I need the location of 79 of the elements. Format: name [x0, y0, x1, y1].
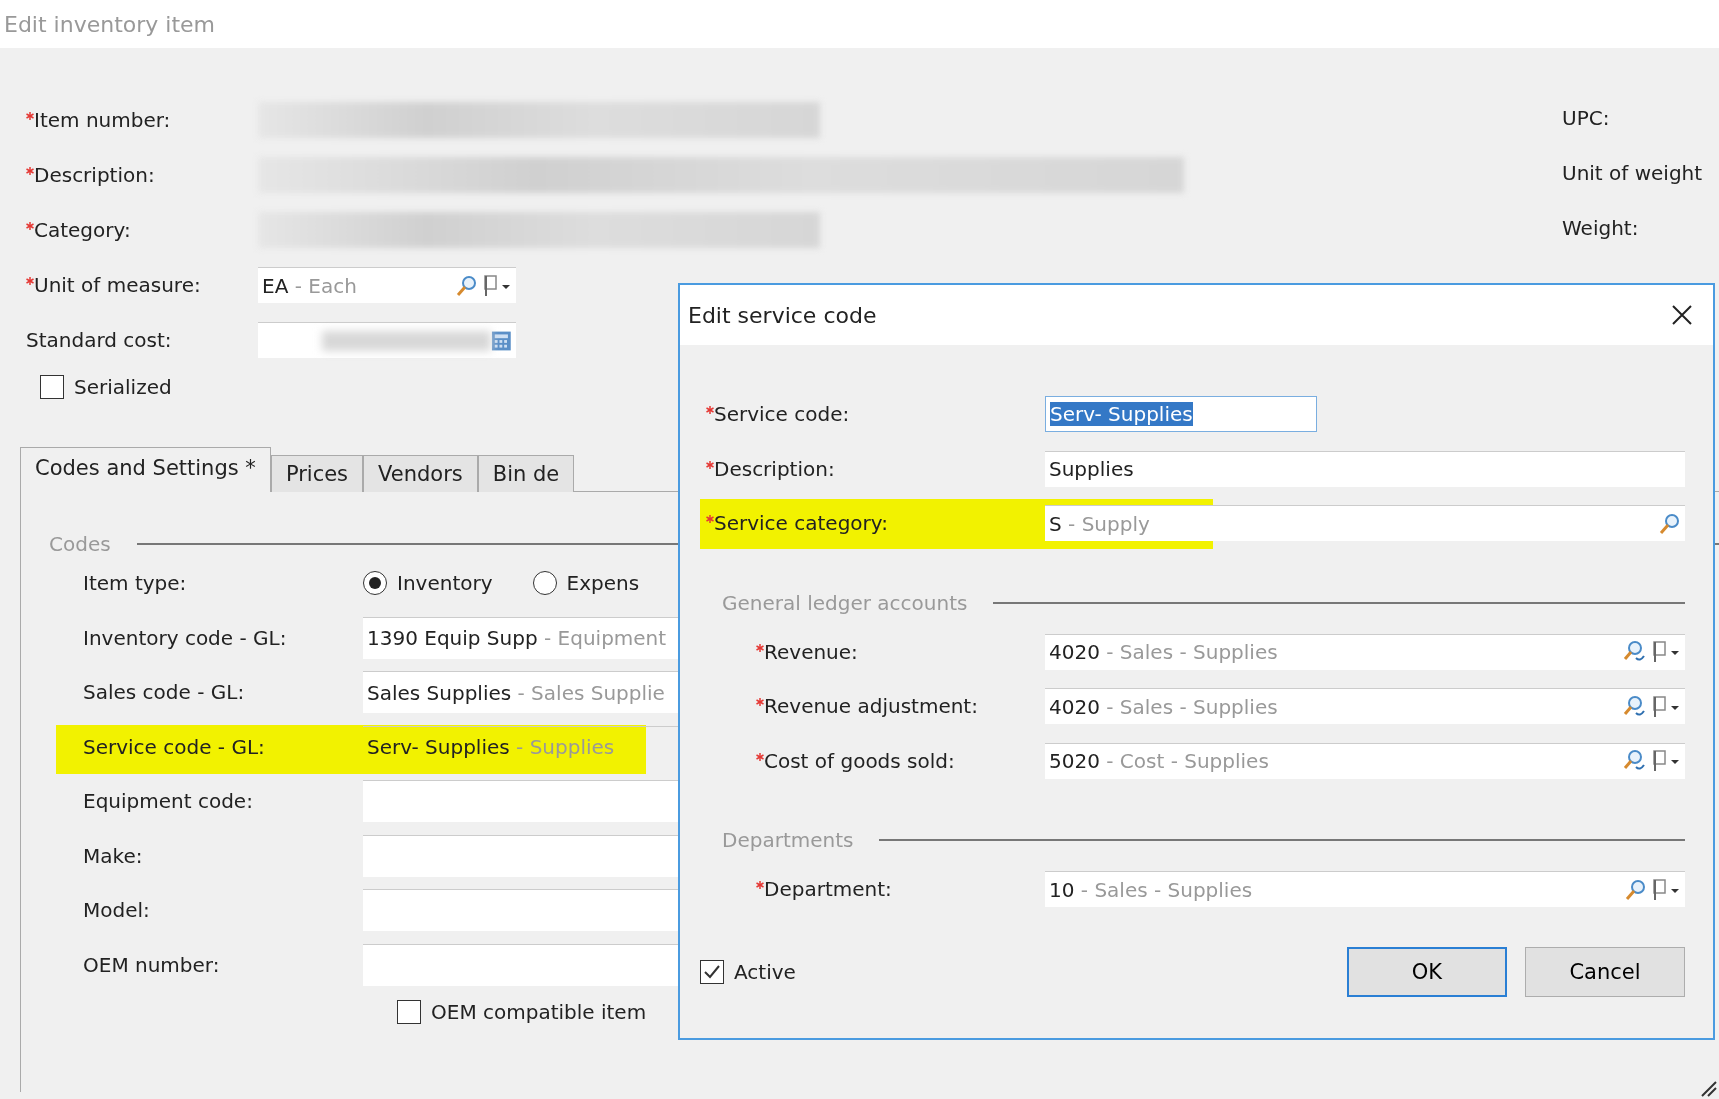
- field-label: Sales code - GL:: [83, 680, 246, 705]
- radio-button[interactable]: [532, 571, 557, 596]
- dialog-button[interactable]: Cancel: [1525, 946, 1685, 997]
- lookup-field[interactable]: 10 - Sales - Supplies: [1045, 871, 1685, 908]
- flag-dropdown-icon[interactable]: [482, 273, 512, 298]
- required-icon: [706, 406, 714, 415]
- field-label: Unit of measure:: [34, 273, 201, 297]
- radio-label: Expens: [566, 571, 640, 596]
- field-label: Weight:: [1562, 216, 1640, 241]
- field-label: Model:: [83, 898, 151, 923]
- required-icon: [756, 698, 764, 707]
- field-label: Revenue adjustment:: [764, 694, 978, 719]
- cost-field[interactable]: [258, 322, 516, 358]
- lookup-field[interactable]: EA - Each: [258, 267, 516, 303]
- required-icon: [26, 167, 34, 175]
- field-label: Inventory code - GL:: [83, 625, 288, 650]
- required-icon: [756, 881, 764, 890]
- flag-dropdown-icon[interactable]: [1651, 877, 1681, 902]
- field-label: Description:: [714, 456, 835, 481]
- field-label: Item type:: [83, 571, 188, 596]
- group-legend: General ledger accounts: [722, 590, 968, 615]
- required-icon: [756, 643, 764, 652]
- field-label: Department:: [764, 877, 892, 902]
- input-field[interactable]: Serv- Supplies: [1045, 396, 1317, 433]
- resize-grip-icon[interactable]: [1699, 1079, 1717, 1097]
- blurred-field[interactable]: [258, 157, 1184, 193]
- field-label: Cost of goods sold:: [764, 748, 955, 773]
- field-label: Category:: [34, 218, 131, 242]
- field-label: Item number:: [34, 108, 171, 132]
- required-icon: [26, 222, 34, 230]
- required-icon: [26, 112, 34, 120]
- field-label: Standard cost:: [26, 328, 172, 352]
- field-label: Unit of weight: [1562, 161, 1704, 186]
- flag-dropdown-icon[interactable]: [1651, 694, 1681, 719]
- lookup-field[interactable]: S - Supply: [1045, 505, 1685, 542]
- field-label: Service code:: [714, 402, 850, 427]
- field-label: Description:: [34, 163, 155, 187]
- search-icon[interactable]: [1659, 512, 1681, 535]
- checkbox[interactable]: [40, 375, 64, 399]
- field-label: Service category:: [714, 511, 888, 536]
- search-icon[interactable]: [1625, 878, 1647, 901]
- checkbox-label: Active: [734, 959, 796, 984]
- lookup-field[interactable]: 4020 - Sales - Supplies: [1045, 633, 1685, 670]
- checkbox[interactable]: [397, 1000, 421, 1024]
- field-label: Service code - GL:: [83, 734, 266, 759]
- input-field[interactable]: Supplies: [1045, 450, 1685, 487]
- lookup-field[interactable]: 5020 - Cost - Supplies: [1045, 742, 1685, 779]
- search-icon[interactable]: [1623, 694, 1647, 719]
- required-icon: [26, 277, 34, 285]
- flag-dropdown-icon[interactable]: [1651, 749, 1681, 774]
- group-legend: Departments: [722, 828, 854, 852]
- field-label: Revenue:: [764, 639, 858, 664]
- window-title: Edit inventory item: [4, 11, 215, 37]
- search-icon[interactable]: [456, 274, 478, 297]
- checkbox-label: OEM compatible item: [431, 1000, 647, 1024]
- tab[interactable]: Codes and Settings *: [20, 447, 271, 492]
- radio-button[interactable]: [363, 571, 387, 596]
- close-icon[interactable]: [1671, 304, 1693, 326]
- blurred-field[interactable]: [258, 212, 820, 248]
- field-label: UPC:: [1562, 106, 1611, 131]
- field-label: Make:: [83, 843, 144, 868]
- flag-dropdown-icon[interactable]: [1651, 640, 1681, 665]
- tab[interactable]: Prices: [270, 455, 364, 492]
- tab[interactable]: Vendors: [363, 455, 478, 492]
- blurred-field[interactable]: [258, 102, 820, 138]
- required-icon: [756, 752, 764, 761]
- tab[interactable]: Bin de: [477, 455, 575, 492]
- checkbox[interactable]: [700, 959, 724, 984]
- lookup-field[interactable]: 4020 - Sales - Supplies: [1045, 688, 1685, 725]
- required-icon: [706, 460, 714, 469]
- checkbox-label: Serialized: [74, 375, 172, 399]
- required-icon: [706, 515, 714, 524]
- field-label: OEM number:: [83, 952, 221, 977]
- field-label: Equipment code:: [83, 789, 254, 814]
- radio-label: Inventory: [397, 571, 493, 596]
- calculator-icon[interactable]: [491, 329, 512, 352]
- dialog-title: Edit service code: [688, 302, 877, 328]
- dialog-button[interactable]: OK: [1347, 946, 1507, 997]
- group-legend: Codes: [49, 532, 111, 556]
